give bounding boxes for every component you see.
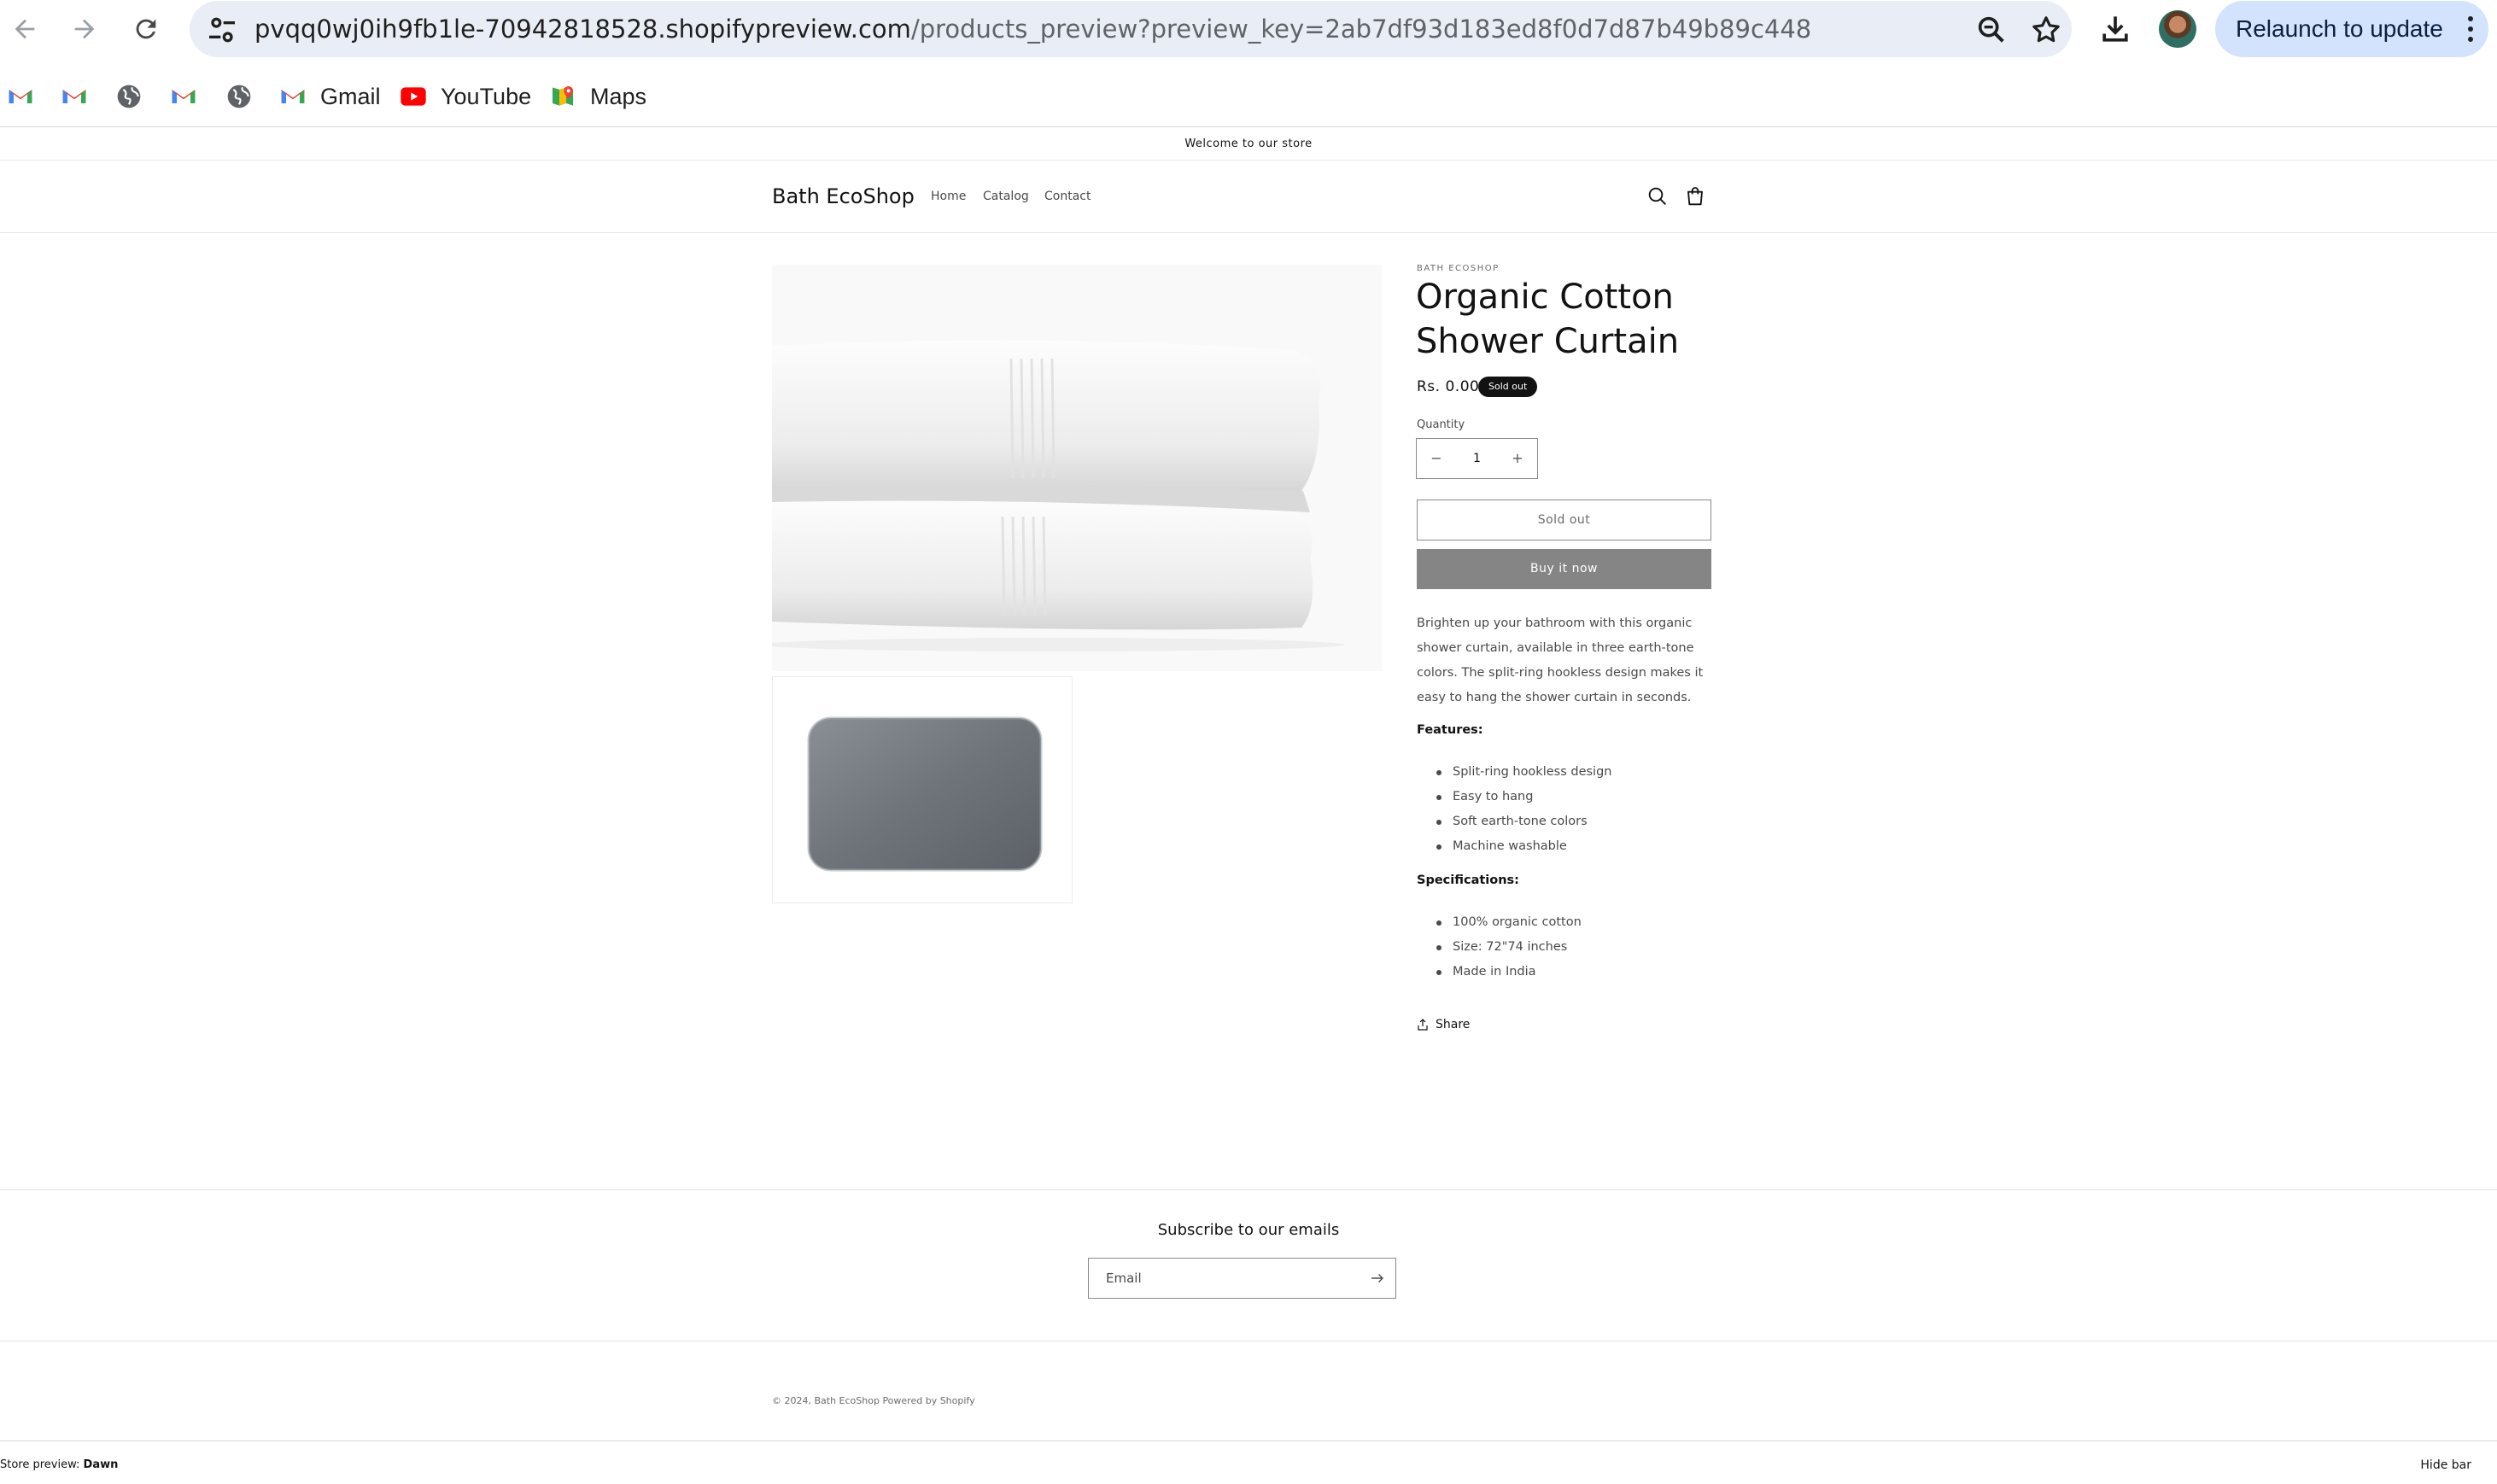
search-icon[interactable] [1644, 183, 1671, 210]
bookmark-globe-2[interactable] [225, 79, 253, 114]
bookmark-globe-1[interactable] [115, 79, 143, 114]
bookmark-youtube[interactable]: YouTube [400, 79, 531, 114]
white-towels-image [772, 265, 1382, 671]
footer-divider [0, 1189, 2497, 1190]
list-item: Easy to hang [1417, 785, 1611, 809]
buy-it-now-button[interactable]: Buy it now [1417, 549, 1711, 589]
gmail-icon [172, 90, 196, 103]
site-info-icon[interactable] [205, 13, 239, 47]
list-item: Size: 72"74 inches [1417, 935, 1582, 960]
relaunch-label: Relaunch to update [2236, 15, 2443, 42]
zoom-icon[interactable] [1974, 13, 2009, 47]
preview-label: Store preview: [0, 1458, 80, 1471]
bookmark-label: Maps [590, 83, 647, 109]
announcement-text: Welcome to our store [1184, 137, 1313, 150]
announcement-bar: Welcome to our store [0, 128, 2497, 161]
list-item: Split-ring hookless design [1417, 760, 1611, 785]
bookmark-gmail-2[interactable] [61, 79, 88, 114]
store-header: Bath EcoShop Home Catalog Contact [0, 161, 2497, 233]
email-field[interactable] [1089, 1259, 1362, 1298]
gmail-icon [62, 90, 86, 103]
relaunch-button[interactable]: Relaunch to update [2215, 1, 2488, 57]
url-host: pvqq0wj0ih9fb1le-70942818528.shopifyprev… [254, 15, 911, 44]
preview-bar-divider [0, 1440, 2497, 1441]
reload-button[interactable] [124, 7, 168, 51]
list-item: Machine washable [1417, 834, 1611, 859]
browser-toolbar: pvqq0wj0ih9fb1le-70942818528.shopifyprev… [0, 0, 2497, 60]
gray-bath-mat-image [807, 716, 1043, 872]
quantity-label: Quantity [1417, 418, 1465, 431]
product-title: Organic Cotton Shower Curtain [1416, 278, 1680, 361]
back-button[interactable] [3, 7, 47, 51]
list-item: Soft earth-tone colors [1417, 809, 1611, 834]
share-label: Share [1436, 1018, 1471, 1031]
share-button[interactable]: Share [1417, 1014, 1470, 1035]
product-image-thumb[interactable] [772, 676, 1073, 903]
bookmark-gmail-1[interactable] [7, 79, 34, 114]
newsletter-form [1088, 1258, 1396, 1299]
arrow-right-icon[interactable] [1368, 1269, 1387, 1288]
sold-out-badge: Sold out [1478, 377, 1538, 397]
profile-avatar[interactable] [2159, 10, 2196, 48]
maps-icon [553, 86, 573, 106]
list-item: 100% organic cotton [1417, 910, 1582, 935]
gmail-icon [9, 90, 32, 103]
newsletter-heading: Subscribe to our emails [1157, 1221, 1340, 1239]
hide-bar-button[interactable]: Hide bar [2420, 1458, 2471, 1472]
product-image-main[interactable] [772, 265, 1382, 671]
preview-theme: Dawn [83, 1458, 119, 1471]
bookmark-label: YouTube [441, 83, 532, 109]
globe-icon [227, 85, 251, 108]
more-icon[interactable] [2466, 14, 2475, 44]
cart-icon[interactable] [1681, 183, 1709, 210]
features-list: Split-ring hookless design Easy to hang … [1417, 760, 1611, 859]
globe-icon [117, 85, 141, 108]
url-path: /products_preview?preview_key=2ab7df93d1… [910, 15, 1812, 44]
add-to-cart-button[interactable]: Sold out [1417, 500, 1711, 540]
nav-catalog[interactable]: Catalog [983, 190, 1029, 203]
url-text[interactable]: pvqq0wj0ih9fb1le-70942818528.shopifyprev… [254, 1, 1811, 57]
forward-button[interactable] [62, 7, 107, 51]
download-icon[interactable] [2096, 10, 2134, 48]
specifications-list: 100% organic cotton Size: 72"74 inches M… [1417, 910, 1582, 984]
store-preview-label: Store preview: Dawn [0, 1458, 118, 1471]
bookmark-gmail-3[interactable] [170, 79, 197, 114]
bookmark-star-icon[interactable] [2029, 13, 2063, 47]
forward-icon [74, 19, 95, 39]
product-price: Rs. 0.00 [1417, 378, 1480, 395]
quantity-input[interactable]: 1 [1456, 439, 1498, 478]
quantity-increase-button[interactable]: + [1498, 439, 1537, 478]
product-description: Brighten up your bathroom with this orga… [1417, 616, 1704, 704]
copyright-text: © 2024, Bath EcoShop Powered by Shopify [772, 1395, 975, 1406]
back-icon [15, 19, 35, 39]
nav-contact[interactable]: Contact [1044, 190, 1091, 203]
specifications-heading: Specifications: [1417, 873, 1519, 887]
bookmark-maps[interactable]: Maps [549, 79, 646, 114]
nav-home[interactable]: Home [931, 190, 966, 203]
bookmark-label: Gmail [320, 83, 381, 109]
bookmark-gmail[interactable]: Gmail [279, 79, 381, 114]
quantity-stepper: − 1 + [1416, 438, 1538, 479]
list-item: Made in India [1417, 960, 1582, 984]
product-vendor: BATH ECOSHOP [1417, 264, 1500, 273]
bookmarks-bar: Gmail YouTube Maps [0, 67, 2497, 127]
reload-icon [136, 19, 156, 39]
youtube-icon [401, 87, 426, 106]
store-logo[interactable]: Bath EcoShop [772, 184, 915, 208]
gmail-icon [281, 90, 305, 103]
address-bar[interactable]: pvqq0wj0ih9fb1le-70942818528.shopifyprev… [190, 1, 2072, 57]
features-heading: Features: [1417, 723, 1483, 737]
share-icon [1418, 1019, 1428, 1031]
quantity-decrease-button[interactable]: − [1417, 439, 1456, 478]
